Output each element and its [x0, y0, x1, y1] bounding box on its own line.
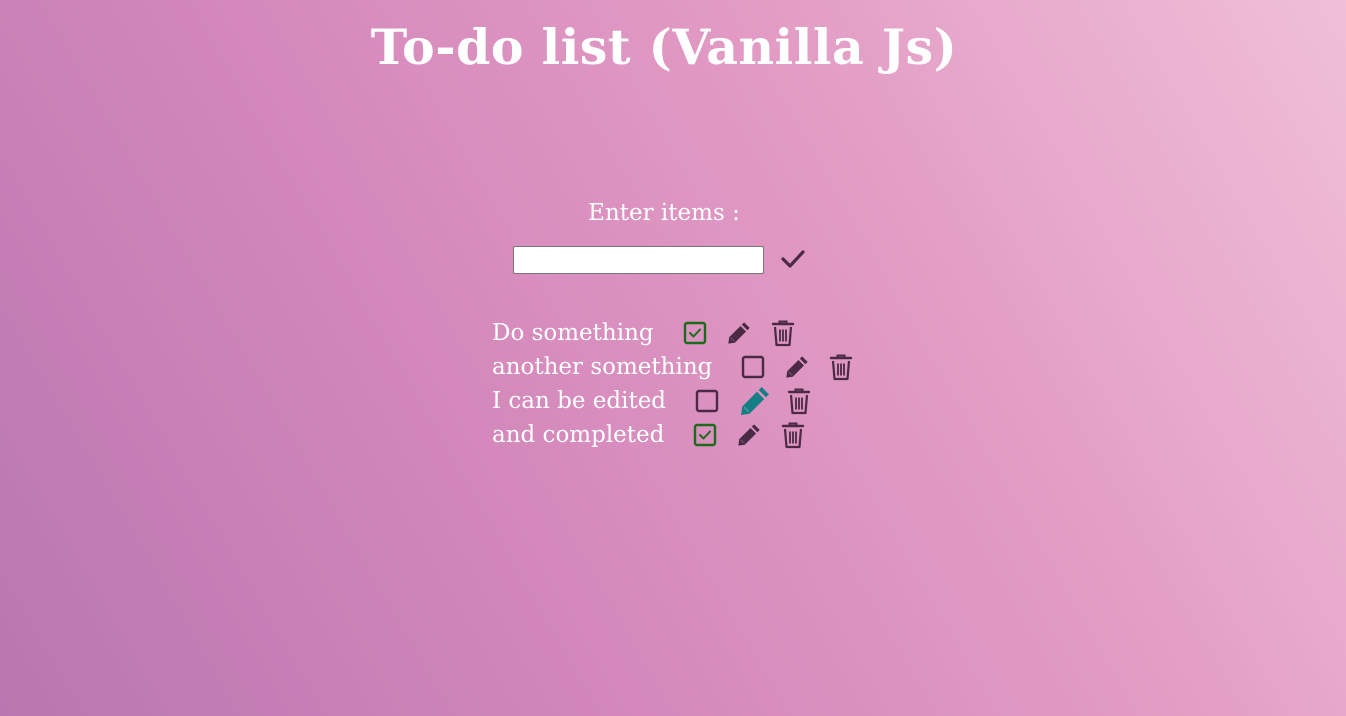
page-title: To-do list (Vanilla Js): [370, 18, 958, 76]
trash-icon[interactable]: [770, 320, 796, 347]
todo-item: and completed: [492, 418, 872, 452]
checkbox-checked-icon[interactable]: [692, 422, 718, 448]
pencil-icon[interactable]: [726, 320, 752, 346]
todo-item-text: Do something: [492, 320, 654, 346]
todo-item: another something: [492, 350, 872, 384]
checkbox-checked-icon[interactable]: [682, 320, 708, 346]
todo-item-text: and completed: [492, 422, 665, 448]
todo-list: Do something another something I can be ed…: [492, 316, 872, 452]
pencil-icon[interactable]: [784, 354, 810, 380]
trash-icon[interactable]: [780, 422, 806, 449]
todo-item-text: I can be edited: [492, 388, 667, 414]
item-input[interactable]: [513, 246, 764, 274]
todo-item: I can be edited: [492, 384, 872, 418]
trash-icon[interactable]: [828, 354, 854, 381]
checkbox-icon[interactable]: [740, 354, 766, 380]
enter-items-label: Enter items :: [588, 200, 740, 226]
submit-check-icon[interactable]: [779, 246, 807, 272]
todo-item-text: another something: [492, 354, 713, 380]
pencil-icon[interactable]: [736, 422, 762, 448]
checkbox-icon[interactable]: [694, 388, 720, 414]
pencil-icon[interactable]: [738, 384, 772, 418]
todo-item: Do something: [492, 316, 872, 350]
trash-icon[interactable]: [786, 388, 812, 415]
